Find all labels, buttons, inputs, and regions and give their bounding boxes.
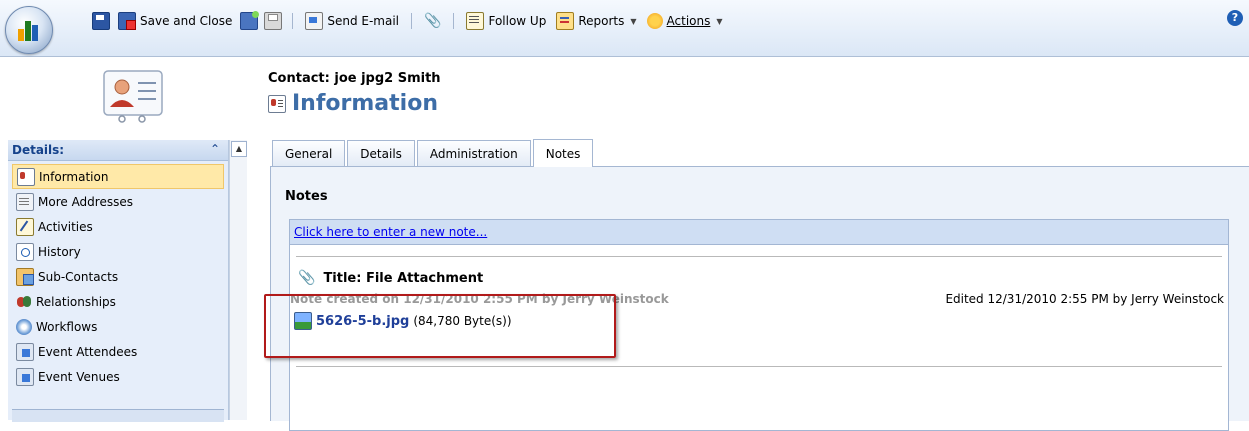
toolbar-separator xyxy=(292,13,294,29)
save-and-close-label: Save and Close xyxy=(140,14,233,28)
form-header: Contact: joe jpg2 Smith Information xyxy=(0,57,1249,139)
notes-control: Click here to enter a new note... 📎 Titl… xyxy=(289,219,1229,431)
nav-section-header[interactable]: Details: ⌃ xyxy=(8,140,228,161)
contact-card-icon xyxy=(17,167,35,186)
record-label: Contact: joe jpg2 Smith xyxy=(268,71,441,86)
sidebar-item-label: History xyxy=(38,244,81,259)
attach-file-button[interactable]: 📎 xyxy=(422,11,443,31)
page-title-text: Information xyxy=(292,91,438,116)
chevron-down-icon: ▼ xyxy=(716,16,723,26)
form-body: General Details Administration Notes Not… xyxy=(262,139,1249,431)
save-and-close-button[interactable]: Save and Close xyxy=(116,11,234,31)
note-title: 📎 Title: File Attachment xyxy=(298,270,483,286)
new-note-link[interactable]: Click here to enter a new note... xyxy=(294,225,487,239)
actions-label: Actions xyxy=(666,14,711,28)
tab-general[interactable]: General xyxy=(272,140,346,166)
save-and-close-icon xyxy=(118,12,136,30)
reports-label: Reports xyxy=(578,14,625,28)
image-file-icon xyxy=(294,312,312,330)
attachment-row: 5626-5-b.jpg (84,780 Byte(s)) xyxy=(294,312,512,330)
addresses-icon xyxy=(16,192,34,211)
send-email-label: Send E-mail xyxy=(327,14,400,28)
sidebar-item-event-attendees[interactable]: Event Attendees xyxy=(12,339,224,364)
new-note-bar[interactable]: Click here to enter a new note... xyxy=(290,220,1228,245)
sidebar-item-label: Activities xyxy=(38,219,93,234)
sidebar-item-label: Relationships xyxy=(36,294,116,309)
toolbar-separator xyxy=(453,13,455,29)
form-tabs: General Details Administration Notes xyxy=(272,139,595,167)
toolbar-items: Save and Close Send E-mail 📎 Follow Up R… xyxy=(92,10,725,32)
page-title: Information xyxy=(268,91,438,116)
collapse-chevron-icon[interactable]: ⌃ xyxy=(210,142,220,156)
sidebar-item-information[interactable]: Information xyxy=(12,164,224,189)
save-new-icon[interactable] xyxy=(240,11,260,30)
chevron-down-icon: ▼ xyxy=(630,16,637,26)
divider xyxy=(296,256,1222,257)
event-attendees-icon xyxy=(16,342,34,361)
notes-section-title: Notes xyxy=(285,189,328,204)
follow-up-icon xyxy=(466,12,485,30)
follow-up-label: Follow Up xyxy=(488,14,547,28)
nav-scrollbar[interactable]: ▲ xyxy=(229,140,247,420)
help-icon[interactable]: ? xyxy=(1227,10,1243,26)
toolbar-separator xyxy=(411,13,413,29)
activities-icon xyxy=(16,217,34,236)
reports-icon xyxy=(556,12,575,30)
note-edited-info: Edited 12/31/2010 2:55 PM by Jerry Weins… xyxy=(945,292,1224,306)
note-created-info: Note created on 12/31/2010 2:55 PM by Je… xyxy=(290,292,669,306)
sidebar-item-workflows[interactable]: Workflows xyxy=(12,314,224,339)
tab-details[interactable]: Details xyxy=(347,140,415,166)
sidebar-item-event-venues[interactable]: Event Venues xyxy=(12,364,224,389)
reports-button[interactable]: Reports ▼ xyxy=(554,11,638,31)
save-icon[interactable] xyxy=(92,12,110,30)
tab-administration[interactable]: Administration xyxy=(416,140,531,166)
contact-card-icon xyxy=(268,94,286,113)
app-orb-logo-icon[interactable] xyxy=(5,6,53,54)
sidebar-item-more-addresses[interactable]: More Addresses xyxy=(12,189,224,214)
follow-up-button[interactable]: Follow Up xyxy=(464,11,548,31)
contact-card-large-icon xyxy=(98,65,168,127)
note-title-text: Title: File Attachment xyxy=(323,270,484,286)
notes-tab-panel: Notes Click here to enter a new note... … xyxy=(270,166,1249,431)
actions-icon xyxy=(646,13,663,29)
send-email-icon xyxy=(305,12,324,30)
paperclip-icon: 📎 xyxy=(298,270,316,286)
sub-contacts-icon xyxy=(16,267,34,286)
scroll-up-arrow-icon[interactable]: ▲ xyxy=(231,141,247,157)
paperclip-icon: 📎 xyxy=(424,13,442,29)
sidebar-item-sub-contacts[interactable]: Sub-Contacts xyxy=(12,264,224,289)
nav-next-section[interactable] xyxy=(12,409,224,422)
workflows-icon xyxy=(16,318,32,335)
tab-notes[interactable]: Notes xyxy=(532,139,594,167)
sidebar-item-label: More Addresses xyxy=(38,194,133,209)
print-icon[interactable] xyxy=(264,12,283,30)
sidebar-item-label: Event Venues xyxy=(38,369,120,384)
sidebar-item-label: Sub-Contacts xyxy=(38,269,119,284)
sidebar-item-label: Information xyxy=(39,169,109,184)
divider xyxy=(296,366,1222,367)
sidebar-item-history[interactable]: History xyxy=(12,239,224,264)
nav-list: Information More Addresses Activities Hi… xyxy=(12,164,224,389)
ribbon-toolbar: Save and Close Send E-mail 📎 Follow Up R… xyxy=(0,0,1249,57)
sidebar-item-label: Workflows xyxy=(36,319,98,334)
sidebar-item-label: Event Attendees xyxy=(38,344,138,359)
sidebar-item-activities[interactable]: Activities xyxy=(12,214,224,239)
history-icon xyxy=(16,242,34,261)
actions-button[interactable]: Actions ▼ xyxy=(645,11,725,31)
send-email-button[interactable]: Send E-mail xyxy=(303,11,401,31)
nav-section-title: Details: xyxy=(12,143,65,157)
attachment-size: (84,780 Byte(s)) xyxy=(413,314,512,328)
event-venues-icon xyxy=(16,367,34,386)
attachment-link[interactable]: 5626-5-b.jpg xyxy=(316,314,409,329)
left-navigation: Details: ⌃ Information More Addresses Ac… xyxy=(0,140,250,422)
sidebar-item-relationships[interactable]: Relationships xyxy=(12,289,224,314)
nav-panel: Details: ⌃ Information More Addresses Ac… xyxy=(8,140,229,422)
relationships-icon xyxy=(16,294,32,310)
